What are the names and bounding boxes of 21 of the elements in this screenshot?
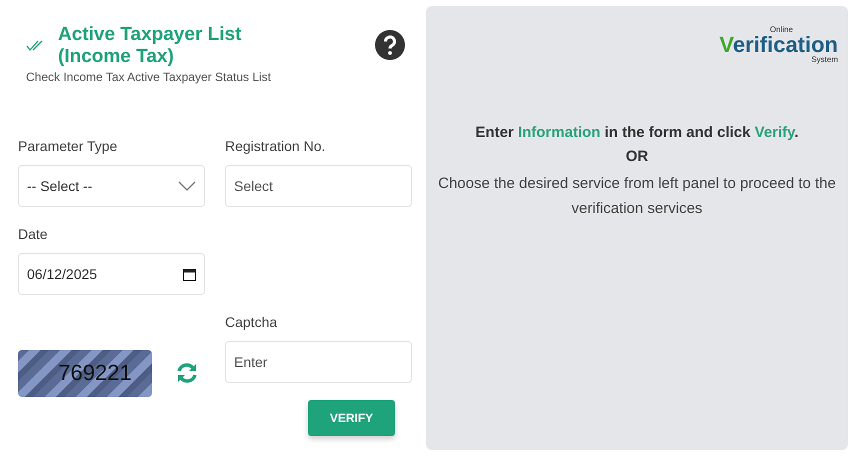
field-label: Captcha xyxy=(225,314,278,332)
field-label: Parameter Type xyxy=(18,138,118,156)
registration-input[interactable]: Select xyxy=(225,165,412,207)
captcha-input[interactable]: Enter xyxy=(225,341,412,383)
field-label: Date xyxy=(18,226,49,244)
calendar-icon[interactable] xyxy=(183,268,196,280)
logo-text: Verification xyxy=(719,34,838,56)
captcha-image: 769221 xyxy=(18,350,152,396)
page-title: Active Taxpayer List (Income Tax) xyxy=(58,24,242,68)
field-label: Registration No. xyxy=(225,138,326,156)
refresh-icon[interactable] xyxy=(176,362,198,384)
parameter-type-dropdown[interactable]: -- Select -- xyxy=(18,165,205,207)
chevron-down-icon xyxy=(178,181,196,191)
help-icon[interactable] xyxy=(375,30,405,60)
instruction-text: Enter Information in the form and click Verify. xyxy=(475,124,799,141)
logo-bottom-text: System xyxy=(811,56,838,64)
instruction-note: Choose the desired service from left panel to proceed to the verification services xyxy=(437,174,837,219)
or-separator: OR xyxy=(626,148,648,165)
date-input[interactable]: 06/12/2025 xyxy=(18,253,205,295)
logo-top-text: Online xyxy=(770,26,793,34)
page-subtitle: Check Income Tax Active Taxpayer Status List xyxy=(26,70,272,84)
